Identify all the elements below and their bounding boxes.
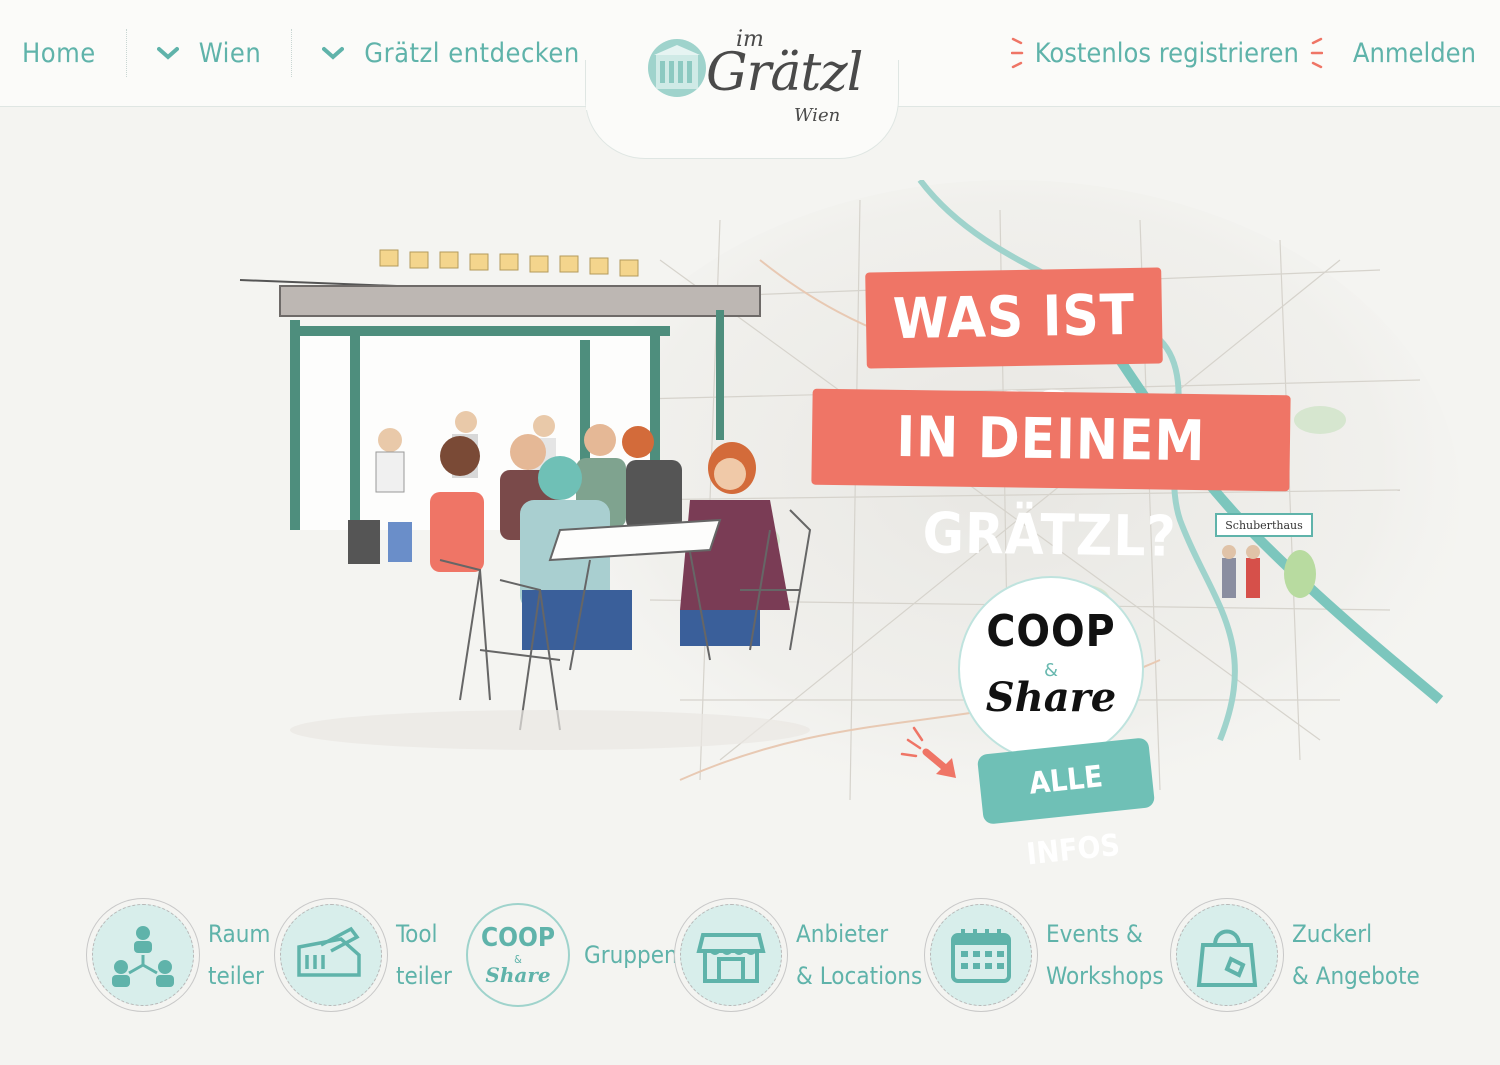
people-network-icon xyxy=(92,904,194,1006)
main-nav: Home Wien Grätzl entdecken xyxy=(0,0,610,106)
category-label-line2: teiler xyxy=(208,962,264,990)
category-label-line1: Zuckerl xyxy=(1292,920,1373,948)
hero-headline-line1: WAS IST LOS xyxy=(865,267,1163,447)
account-nav: Kostenlos registrieren Anmelden xyxy=(1010,0,1476,106)
category-label-line2: & Angebote xyxy=(1292,962,1420,990)
chevron-down-icon xyxy=(156,47,179,60)
map-sign-label: Schuberthaus xyxy=(1225,519,1303,532)
nav-home-link[interactable]: Home xyxy=(0,29,126,77)
category-label-line1: Events & xyxy=(1046,920,1143,948)
coop-share-badge[interactable]: COOP & Share xyxy=(958,576,1144,762)
site-logo[interactable]: im Grätzl Wien xyxy=(640,25,863,135)
nav-discover-dropdown[interactable]: Grätzl entdecken xyxy=(292,29,609,77)
category-events-workshops[interactable]: Events & Workshops xyxy=(930,895,1164,1015)
nav-home-label: Home xyxy=(22,37,96,69)
shopping-bag-icon xyxy=(1176,904,1278,1006)
coop-word: COOP xyxy=(986,606,1116,657)
category-zuckerl-angebote[interactable]: Zuckerl & Angebote xyxy=(1176,895,1420,1015)
nav-city-label: Wien xyxy=(198,37,262,69)
hero-headline-line2: IN DEINEM GRÄTZL? xyxy=(811,388,1291,570)
category-anbieter-locations[interactable]: Anbieter & Locations xyxy=(680,895,922,1015)
all-info-label: ALLE INFOS xyxy=(1024,759,1122,873)
cafe-scene-illustration xyxy=(239,249,812,750)
category-label-line1: Gruppen xyxy=(584,941,678,969)
coop-share-icon: COOP & Share xyxy=(466,903,570,1007)
nav-city-dropdown[interactable]: Wien xyxy=(127,29,292,77)
login-link[interactable]: Anmelden xyxy=(1353,38,1476,69)
logo-name: Grätzl xyxy=(706,43,863,103)
category-raumteiler[interactable]: Raum teiler xyxy=(92,895,270,1015)
calendar-icon xyxy=(930,904,1032,1006)
category-label-line1: Raum xyxy=(208,920,271,948)
nav-discover-label: Grätzl entdecken xyxy=(364,37,580,69)
headline-line2-text: IN DEINEM GRÄTZL? xyxy=(895,404,1207,570)
category-label-line1: Tool xyxy=(396,920,438,948)
mini-share-word: Share xyxy=(485,963,551,987)
category-label-line2: Workshops xyxy=(1046,962,1164,990)
register-link[interactable]: Kostenlos registrieren xyxy=(1010,35,1323,71)
storefront-icon xyxy=(680,904,782,1006)
category-label-line2: teiler xyxy=(396,962,452,990)
mini-coop-word: COOP xyxy=(480,923,556,953)
spark-left-icon xyxy=(1010,37,1024,69)
login-label: Anmelden xyxy=(1352,37,1476,69)
chevron-down-icon xyxy=(322,47,345,60)
logo-city: Wien xyxy=(794,105,841,126)
category-label-line1: Anbieter xyxy=(796,920,889,948)
category-bar: Raum teiler Tool teiler COOP & Share Grupp… xyxy=(0,895,1500,1025)
share-word: Share xyxy=(985,674,1117,721)
spark-right-icon xyxy=(1310,37,1323,69)
category-gruppen[interactable]: COOP & Share Gruppen xyxy=(466,895,678,1015)
register-label: Kostenlos registrieren xyxy=(1034,37,1299,69)
category-label-line2: & Locations xyxy=(796,962,923,990)
category-toolteiler[interactable]: Tool teiler xyxy=(280,895,452,1015)
building-icon xyxy=(648,39,706,97)
pointing-arrow-icon xyxy=(900,726,956,778)
stapler-tool-icon xyxy=(280,904,382,1006)
